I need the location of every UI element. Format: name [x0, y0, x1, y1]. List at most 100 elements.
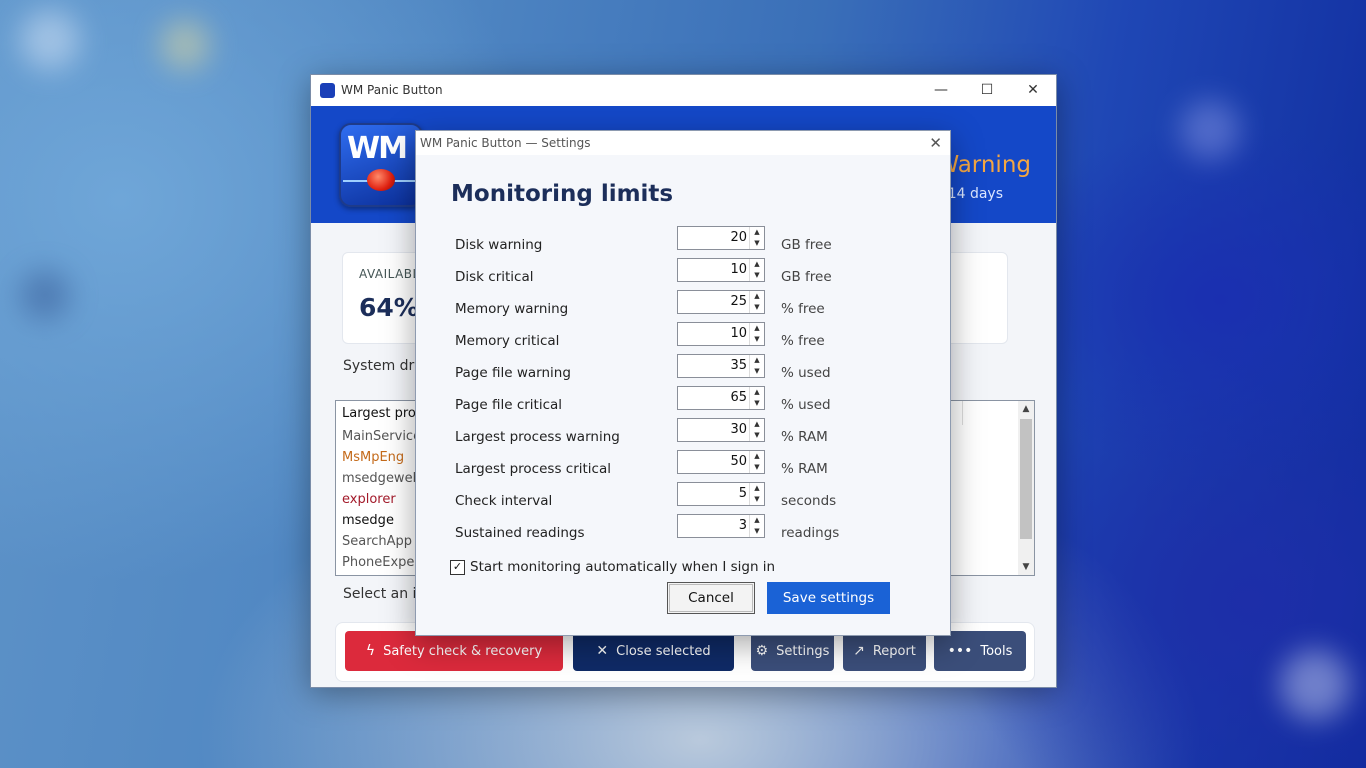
- report-button[interactable]: ↗ Report: [843, 631, 926, 671]
- settings-label: Settings: [776, 644, 830, 659]
- spinbox-value[interactable]: 3: [739, 518, 747, 533]
- spin-up-icon[interactable]: ▲: [750, 419, 764, 430]
- spin-up-icon[interactable]: ▲: [750, 291, 764, 302]
- spinbox-arrows[interactable]: ▲ ▼: [749, 259, 764, 281]
- spin-down-icon[interactable]: ▼: [750, 366, 764, 377]
- spinbox-value[interactable]: 5: [739, 486, 747, 501]
- process-list-item[interactable]: MsMpEng: [342, 450, 404, 465]
- setting-label: Memory warning: [455, 301, 569, 317]
- main-titlebar[interactable]: WM Panic Button — ☐ ✕: [311, 75, 1056, 106]
- spin-up-icon[interactable]: ▲: [750, 259, 764, 270]
- spinbox-value[interactable]: 25: [730, 294, 747, 309]
- settings-button[interactable]: ⚙ Settings: [751, 631, 834, 671]
- setting-spinbox[interactable]: 65 ▲ ▼: [677, 386, 765, 410]
- setting-unit: % used: [781, 365, 831, 381]
- setting-unit: % RAM: [781, 461, 828, 477]
- desktop-icon-blur: [20, 270, 70, 320]
- spin-up-icon[interactable]: ▲: [750, 323, 764, 334]
- spinbox-arrows[interactable]: ▲ ▼: [749, 483, 764, 505]
- app-logo: WM: [339, 123, 423, 207]
- spinbox-value[interactable]: 50: [730, 454, 747, 469]
- spinbox-arrows[interactable]: ▲ ▼: [749, 227, 764, 249]
- safety-check-label: Safety check & recovery: [383, 644, 543, 659]
- spinbox-arrows[interactable]: ▲ ▼: [749, 291, 764, 313]
- scroll-up-icon[interactable]: ▲: [1018, 401, 1034, 417]
- scroll-down-icon[interactable]: ▼: [1018, 559, 1034, 575]
- spin-up-icon[interactable]: ▲: [750, 387, 764, 398]
- spin-down-icon[interactable]: ▼: [750, 302, 764, 313]
- auto-start-label[interactable]: Start monitoring automatically when I si…: [470, 559, 775, 575]
- process-list-item[interactable]: MainService: [342, 429, 421, 444]
- spin-up-icon[interactable]: ▲: [750, 451, 764, 462]
- minimize-button[interactable]: —: [918, 75, 964, 106]
- safety-check-button[interactable]: ϟ Safety check & recovery: [345, 631, 563, 671]
- spinbox-value[interactable]: 10: [730, 326, 747, 341]
- setting-spinbox[interactable]: 10 ▲ ▼: [677, 322, 765, 346]
- spin-down-icon[interactable]: ▼: [750, 398, 764, 409]
- dialog-close-icon[interactable]: ✕: [929, 134, 942, 152]
- scrollbar-thumb[interactable]: [1020, 419, 1032, 539]
- setting-spinbox[interactable]: 30 ▲ ▼: [677, 418, 765, 442]
- spin-up-icon[interactable]: ▲: [750, 227, 764, 238]
- app-icon: [320, 83, 335, 98]
- spinbox-arrows[interactable]: ▲ ▼: [749, 419, 764, 441]
- close-x-icon: ✕: [596, 643, 609, 659]
- spinbox-value[interactable]: 20: [730, 230, 747, 245]
- setting-spinbox[interactable]: 50 ▲ ▼: [677, 450, 765, 474]
- ellipsis-icon: •••: [947, 643, 973, 659]
- spin-up-icon[interactable]: ▲: [750, 483, 764, 494]
- dialog-title: WM Panic Button — Settings: [420, 136, 591, 150]
- process-list-item[interactable]: explorer: [342, 492, 396, 507]
- spinbox-value[interactable]: 65: [730, 390, 747, 405]
- spinbox-arrows[interactable]: ▲ ▼: [749, 355, 764, 377]
- spinbox-arrows[interactable]: ▲ ▼: [749, 451, 764, 473]
- spinbox-arrows[interactable]: ▲ ▼: [749, 515, 764, 537]
- process-list-item[interactable]: PhoneExperi: [342, 555, 423, 570]
- close-window-button[interactable]: ✕: [1010, 75, 1056, 106]
- process-list-item[interactable]: msedge: [342, 513, 394, 528]
- spinbox-value[interactable]: 35: [730, 358, 747, 373]
- report-label: Report: [872, 644, 916, 659]
- tools-button[interactable]: ••• Tools: [934, 631, 1026, 671]
- tools-label: Tools: [980, 644, 1013, 659]
- dialog-heading: Monitoring limits: [451, 181, 674, 207]
- auto-start-checkbox[interactable]: ✓: [450, 560, 465, 575]
- setting-unit: % free: [781, 301, 825, 317]
- setting-unit: % free: [781, 333, 825, 349]
- desktop-icon-blur: [1280, 650, 1350, 720]
- setting-unit: % RAM: [781, 429, 828, 445]
- setting-spinbox[interactable]: 20 ▲ ▼: [677, 226, 765, 250]
- dialog-titlebar[interactable]: WM Panic Button — Settings ✕: [416, 131, 950, 155]
- setting-unit: GB free: [781, 269, 832, 285]
- spin-down-icon[interactable]: ▼: [750, 526, 764, 537]
- spin-down-icon[interactable]: ▼: [750, 430, 764, 441]
- status-days-text: 14 days: [947, 186, 1003, 202]
- setting-spinbox[interactable]: 10 ▲ ▼: [677, 258, 765, 282]
- save-settings-button[interactable]: Save settings: [767, 582, 890, 614]
- setting-spinbox[interactable]: 3 ▲ ▼: [677, 514, 765, 538]
- maximize-button[interactable]: ☐: [964, 75, 1010, 106]
- spin-down-icon[interactable]: ▼: [750, 334, 764, 345]
- setting-spinbox[interactable]: 35 ▲ ▼: [677, 354, 765, 378]
- cancel-button[interactable]: Cancel: [667, 582, 755, 614]
- spin-up-icon[interactable]: ▲: [750, 515, 764, 526]
- spinbox-arrows[interactable]: ▲ ▼: [749, 323, 764, 345]
- spin-down-icon[interactable]: ▼: [750, 238, 764, 249]
- setting-unit: seconds: [781, 493, 837, 509]
- spinbox-value[interactable]: 30: [730, 422, 747, 437]
- spin-down-icon[interactable]: ▼: [750, 270, 764, 281]
- process-list-item[interactable]: SearchApp: [342, 534, 412, 549]
- spinbox-arrows[interactable]: ▲ ▼: [749, 387, 764, 409]
- setting-label: Check interval: [455, 493, 553, 509]
- spin-down-icon[interactable]: ▼: [750, 494, 764, 505]
- spinbox-value[interactable]: 10: [730, 262, 747, 277]
- setting-label: Page file critical: [455, 397, 563, 413]
- process-list-scrollbar[interactable]: ▲ ▼: [1018, 401, 1034, 575]
- spin-down-icon[interactable]: ▼: [750, 462, 764, 473]
- spin-up-icon[interactable]: ▲: [750, 355, 764, 366]
- column-divider[interactable]: [962, 401, 963, 425]
- desktop-icon-blur: [20, 10, 80, 70]
- close-selected-button[interactable]: ✕ Close selected: [573, 631, 734, 671]
- setting-spinbox[interactable]: 5 ▲ ▼: [677, 482, 765, 506]
- setting-spinbox[interactable]: 25 ▲ ▼: [677, 290, 765, 314]
